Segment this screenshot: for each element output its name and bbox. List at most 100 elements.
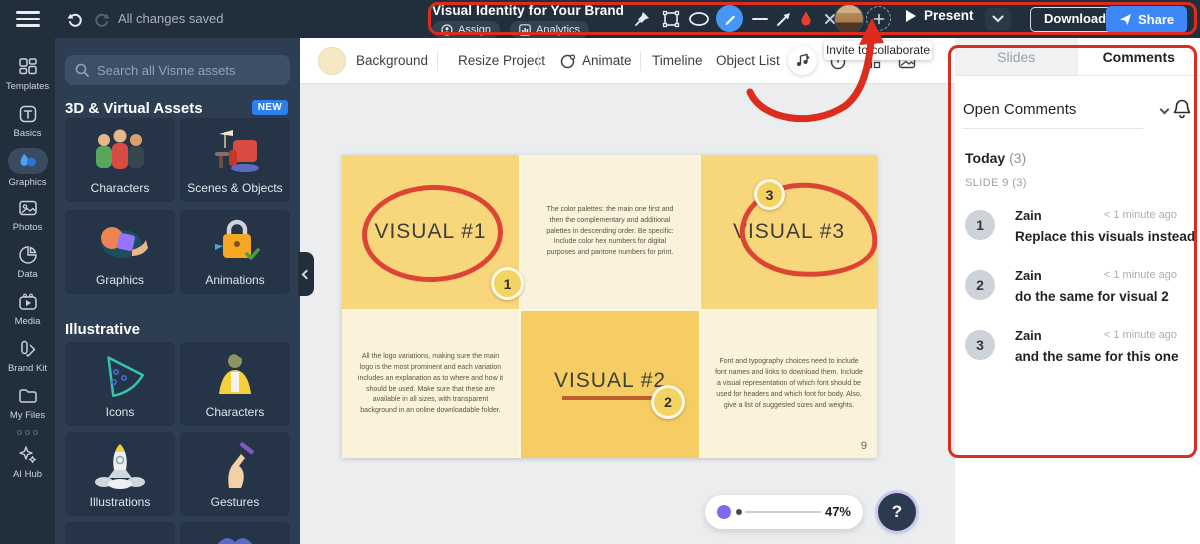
frame-tool-icon[interactable] (659, 7, 683, 31)
analytics-button[interactable]: Analytics (510, 21, 590, 38)
user-avatar[interactable] (834, 4, 864, 34)
arrow-tool-icon[interactable] (772, 7, 796, 31)
tile-illustrative-gestures[interactable]: Gestures (180, 432, 290, 516)
panel-collapse-button[interactable] (298, 252, 314, 296)
help-button[interactable]: ? (878, 493, 916, 531)
basics-icon (16, 103, 40, 125)
zoom-slider-dot (736, 509, 742, 515)
color-droplet-icon[interactable] (794, 7, 818, 31)
zoom-slider-thumb[interactable] (717, 505, 731, 519)
comment-3-text: and the same for this one (1015, 349, 1179, 364)
present-button[interactable]: Present (905, 8, 974, 23)
logo-variations-text: All the logo variations, making sure the… (357, 352, 504, 415)
tile-3d-animations[interactable]: Animations (180, 210, 290, 294)
ellipse-tool-icon[interactable] (687, 7, 711, 31)
tile-illustrative-characters[interactable]: Characters (180, 342, 290, 426)
canvas-area: Background Resize Project Animate Timeli… (300, 38, 955, 544)
templates-icon (16, 56, 40, 78)
play-icon (905, 9, 917, 23)
zoom-value: 47% (824, 504, 851, 519)
sidebar-item-templates[interactable]: Templates (0, 50, 55, 97)
analytics-chart-icon (519, 23, 531, 36)
sidebar-item-data[interactable]: Data (0, 238, 55, 285)
sidebar-item-photos[interactable]: Photos (0, 191, 55, 238)
comment-1-author: Zain (1015, 208, 1042, 223)
resize-project-button[interactable]: Resize Project (458, 38, 545, 84)
add-collaborator-button[interactable] (866, 6, 891, 31)
comment-3-author: Zain (1015, 328, 1042, 343)
sidebar-item-ai-hub[interactable]: AI Hub (0, 438, 55, 485)
zoom-control: 47% (705, 495, 863, 529)
slide-cell-visual2[interactable]: VISUAL #2 (521, 311, 699, 458)
line-tool-icon[interactable] (748, 7, 772, 31)
asset-search-bar[interactable] (65, 55, 290, 85)
3d-characters-art (65, 126, 175, 178)
notifications-bell-icon[interactable] (1172, 98, 1192, 120)
undo-icon[interactable] (62, 7, 86, 31)
document-title[interactable]: Visual Identity for Your Brand (432, 3, 624, 18)
ai-hub-icon (16, 444, 40, 466)
open-comments-filter[interactable]: Open Comments (963, 101, 1076, 118)
hamburger-menu-icon[interactable] (16, 11, 40, 27)
icons-art (65, 350, 175, 400)
annotation-ellipse-visual1 (360, 182, 505, 285)
tile-partial-left[interactable] (65, 522, 175, 544)
tile-3d-characters[interactable]: Characters (65, 118, 175, 202)
share-button[interactable]: Share (1106, 6, 1188, 33)
gestures-art (180, 440, 290, 492)
timeline-button[interactable]: Timeline (652, 38, 703, 84)
slide-9[interactable]: VISUAL #1 The color palettes: the main o… (342, 155, 882, 458)
comment-1-text: Replace this visuals instead (1015, 229, 1196, 244)
brand-kit-icon (16, 338, 40, 360)
tile-3d-scenes-objects[interactable]: Scenes & Objects (180, 118, 290, 202)
comment-pin-1[interactable]: 1 (491, 267, 524, 300)
pin-tool-icon[interactable] (630, 7, 654, 31)
slide-cell-color-palettes[interactable]: The color palettes: the main one first a… (521, 155, 699, 309)
sidebar-item-graphics[interactable]: Graphics (0, 144, 55, 191)
animate-button[interactable]: Animate (582, 38, 632, 84)
comments-group-today: Today (3) (965, 150, 1027, 166)
tab-slides[interactable]: Slides (955, 38, 1078, 75)
search-input[interactable] (97, 62, 267, 78)
animate-icon (556, 50, 578, 72)
slide-cell-logo-variations[interactable]: All the logo variations, making sure the… (342, 311, 519, 458)
tab-comments[interactable]: Comments (1077, 38, 1200, 75)
present-options-button[interactable] (985, 8, 1011, 30)
comment-1-time: < 1 minute ago (1103, 209, 1177, 221)
background-color-swatch[interactable] (318, 47, 346, 75)
data-icon (16, 244, 40, 266)
3d-scenes-art (180, 126, 290, 178)
tile-illustrative-illustrations[interactable]: Illustrations (65, 432, 175, 516)
redo-icon[interactable] (90, 7, 114, 31)
comments-panel: Slides Comments Open Comments Today (3) … (955, 38, 1200, 544)
zoom-slider-track[interactable] (745, 511, 821, 513)
partial-art (180, 530, 290, 544)
comment-pin-2[interactable]: 2 (651, 385, 685, 419)
visme-editor: All changes saved Visual Identity for Yo… (0, 0, 1200, 544)
tile-3d-graphics[interactable]: Graphics (65, 210, 175, 294)
sidebar-item-brand-kit[interactable]: Brand Kit (0, 332, 55, 379)
chevron-down-icon[interactable] (1159, 104, 1170, 114)
panel-tabs: Slides Comments (955, 38, 1200, 76)
save-status: All changes saved (118, 11, 224, 26)
sidebar-item-basics[interactable]: Basics (0, 97, 55, 144)
slide-cell-typography[interactable]: Font and typography choices need to incl… (701, 311, 877, 458)
object-list-button[interactable]: Object List (716, 38, 780, 84)
visual2-text[interactable]: VISUAL #2 (554, 369, 666, 393)
comment-pin-3[interactable]: 3 (754, 179, 785, 210)
assign-button[interactable]: Assign (432, 21, 501, 38)
tile-illustrative-icons[interactable]: Icons (65, 342, 175, 426)
3d-animations-art (180, 218, 290, 270)
sidebar-item-my-files[interactable]: My Files (0, 379, 55, 426)
section-title-3d: 3D & Virtual Assets (65, 100, 203, 117)
search-icon (75, 63, 89, 77)
sidebar-divider-dots (17, 426, 38, 438)
assets-panel: 3D & Virtual Assets NEW Characters Scene… (55, 38, 300, 544)
comment-2-time: < 1 minute ago (1103, 269, 1177, 281)
music-icon[interactable] (788, 46, 817, 75)
sidebar-item-media[interactable]: Media (0, 285, 55, 332)
tile-partial-right[interactable] (180, 522, 290, 544)
pen-tool-icon[interactable] (716, 5, 743, 32)
assign-person-icon (441, 23, 453, 36)
background-button[interactable]: Background (356, 38, 428, 84)
